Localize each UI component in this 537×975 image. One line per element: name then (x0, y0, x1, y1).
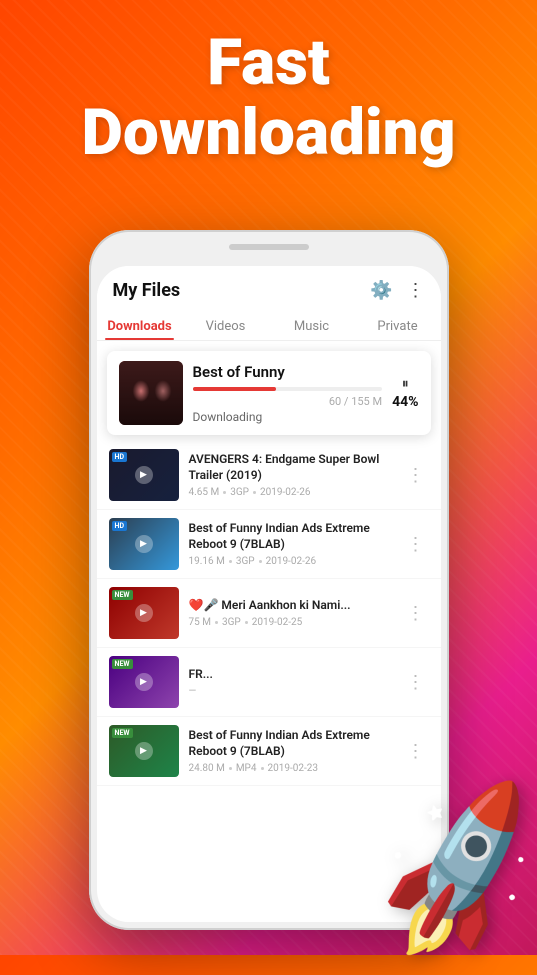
download-thumbnail (119, 361, 183, 425)
tab-downloads[interactable]: Downloads (97, 311, 183, 340)
settings-icon[interactable]: ⚙️ (370, 280, 392, 301)
play-overlay-2[interactable]: ▶ (135, 604, 153, 622)
file-format-2: 3GP (222, 617, 241, 628)
meta-dot (261, 767, 264, 770)
file-size-3: — (189, 686, 197, 697)
file-label-2: NEW (112, 590, 133, 600)
file-size-0: 4.65 M (189, 487, 220, 498)
file-size-2: 75 M (189, 617, 211, 628)
file-size-4: 24.80 M (189, 763, 225, 774)
file-format-4: MP4 (236, 763, 257, 774)
file-format-0: 3GP (230, 487, 249, 498)
hero-header: Fast Downloading (0, 28, 537, 169)
file-name-1: Best of Funny Indian Ads Extreme Reboot … (189, 521, 393, 552)
file-item: NEW ▶ ❤️🎤 Meri Aankhon ki Nami... 75 M 3… (97, 579, 441, 648)
meta-dot (253, 491, 256, 494)
progress-meta: 60 / 155 M (193, 395, 383, 408)
file-date-0: 2019-02-26 (260, 487, 311, 498)
file-item: HD ▶ AVENGERS 4: Endgame Super Bowl Trai… (97, 441, 441, 510)
file-name-2: ❤️🎤 Meri Aankhon ki Nami... (189, 598, 393, 614)
file-name-3: FR... (189, 667, 393, 683)
file-label-3: NEW (112, 659, 133, 669)
app-header: My Files ⚙️ ⋮ (97, 266, 441, 311)
progress-bar-bg (193, 387, 383, 391)
tab-music[interactable]: Music (269, 311, 355, 340)
file-label-1: HD (112, 521, 128, 531)
download-percent-area: ⏸ 44% (392, 376, 418, 410)
file-size-1: 19.16 M (189, 556, 225, 567)
tab-bar: Downloads Videos Music Private (97, 311, 441, 341)
file-name-0: AVENGERS 4: Endgame Super Bowl Trailer (… (189, 452, 393, 483)
play-overlay-3[interactable]: ▶ (135, 673, 153, 691)
file-thumbnail-1: HD ▶ (109, 518, 179, 570)
file-item: HD ▶ Best of Funny Indian Ads Extreme Re… (97, 510, 441, 579)
meta-dot (229, 767, 232, 770)
file-date-4: 2019-02-23 (268, 763, 319, 774)
file-thumbnail-3: NEW ▶ (109, 656, 179, 708)
file-thumbnail-0: HD ▶ (109, 449, 179, 501)
file-more-button-2[interactable]: ⋮ (403, 603, 429, 624)
file-date-2: 2019-02-25 (252, 617, 303, 628)
file-more-button-0[interactable]: ⋮ (403, 465, 429, 486)
file-thumbnail-4: NEW ▶ (109, 725, 179, 777)
pause-button[interactable]: ⏸ (402, 376, 409, 392)
phone-notch (229, 244, 309, 250)
more-icon[interactable]: ⋮ (407, 280, 425, 301)
file-info-2: ❤️🎤 Meri Aankhon ki Nami... 75 M 3GP 201… (189, 598, 393, 628)
tab-videos[interactable]: Videos (183, 311, 269, 340)
meta-dot (223, 491, 226, 494)
file-more-button-4[interactable]: ⋮ (403, 741, 429, 762)
play-overlay-1[interactable]: ▶ (135, 535, 153, 553)
file-info-0: AVENGERS 4: Endgame Super Bowl Trailer (… (189, 452, 393, 497)
active-download-card: Best of Funny 60 / 155 M Downloading ⏸ 4… (107, 351, 431, 435)
file-meta-4: 24.80 M MP4 2019-02-23 (189, 763, 393, 774)
file-item: NEW ▶ FR... — ⋮ (97, 648, 441, 717)
play-overlay-0[interactable]: ▶ (135, 466, 153, 484)
file-info-1: Best of Funny Indian Ads Extreme Reboot … (189, 521, 393, 566)
play-overlay-4[interactable]: ▶ (135, 742, 153, 760)
progress-bar-fill (193, 387, 276, 391)
file-meta-0: 4.65 M 3GP 2019-02-26 (189, 487, 393, 498)
file-name-4: Best of Funny Indian Ads Extreme Reboot … (189, 728, 393, 759)
file-more-button-1[interactable]: ⋮ (403, 534, 429, 555)
hero-title-line2: Downloading (0, 98, 537, 168)
download-info: Best of Funny 60 / 155 M Downloading (193, 363, 383, 424)
file-item: NEW ▶ Best of Funny Indian Ads Extreme R… (97, 717, 441, 786)
meta-dot (259, 560, 262, 563)
meta-dot (215, 621, 218, 624)
file-meta-2: 75 M 3GP 2019-02-25 (189, 617, 393, 628)
file-label-0: HD (112, 452, 128, 462)
app-title: My Files (113, 280, 181, 301)
hero-title-line1: Fast (0, 28, 537, 98)
app-header-icons: ⚙️ ⋮ (370, 280, 424, 301)
file-info-4: Best of Funny Indian Ads Extreme Reboot … (189, 728, 393, 773)
file-info-3: FR... — (189, 667, 393, 697)
file-more-button-3[interactable]: ⋮ (403, 672, 429, 693)
download-filename: Best of Funny (193, 363, 383, 381)
download-status: Downloading (193, 410, 383, 424)
file-thumbnail-2: NEW ▶ (109, 587, 179, 639)
file-meta-1: 19.16 M 3GP 2019-02-26 (189, 556, 393, 567)
tab-private[interactable]: Private (355, 311, 441, 340)
file-format-1: 3GP (236, 556, 255, 567)
file-meta-3: — (189, 686, 393, 697)
file-label-4: NEW (112, 728, 133, 738)
meta-dot (229, 560, 232, 563)
percent-label: 44% (392, 394, 418, 410)
file-date-1: 2019-02-26 (266, 556, 317, 567)
meta-dot (245, 621, 248, 624)
